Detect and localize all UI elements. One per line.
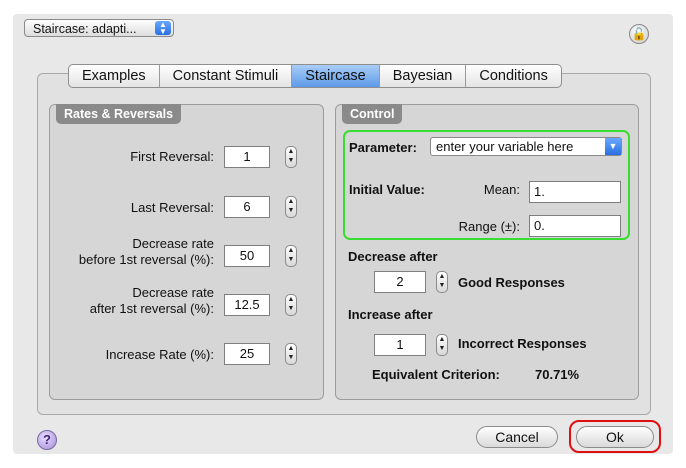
range-label: Range (±): — [458, 219, 520, 234]
range-field[interactable]: 0. — [529, 215, 621, 237]
initial-value-label: Initial Value: — [349, 182, 425, 197]
ok-button[interactable]: Ok — [576, 426, 654, 448]
lock-icon[interactable]: 🔓 — [629, 24, 649, 44]
last-reversal-label: Last Reversal: — [130, 200, 214, 215]
tab-staircase[interactable]: Staircase — [292, 65, 380, 87]
increase-rate-field[interactable]: 25 — [224, 343, 270, 365]
first-reversal-label: First Reversal: — [130, 149, 214, 164]
method-popup-label: Staircase: adapti... — [33, 22, 137, 36]
tab-bayesian[interactable]: Bayesian — [380, 65, 467, 87]
increase-after-count-field[interactable]: 1 — [374, 334, 426, 356]
last-reversal-stepper[interactable]: ▲ ▼ — [285, 196, 297, 218]
increase-rate-label: Increase Rate (%): — [105, 347, 214, 362]
decrease-after-label-line1: Decrease rate — [132, 285, 214, 300]
parameter-select-value: enter your variable here — [436, 139, 574, 154]
popup-arrows-icon: ▲ ▼ — [155, 21, 171, 36]
incorrect-responses-label: Incorrect Responses — [458, 336, 587, 351]
decrease-after-label-line2: after 1st reversal (%): — [89, 301, 214, 316]
increase-after-heading: Increase after — [348, 307, 433, 322]
first-reversal-field[interactable]: 1 — [224, 146, 270, 168]
cancel-button[interactable]: Cancel — [476, 426, 558, 448]
decrease-after-heading: Decrease after — [348, 249, 438, 264]
chevron-down-icon: ▼ — [605, 138, 621, 155]
first-reversal-stepper[interactable]: ▲ ▼ — [285, 146, 297, 168]
method-popup[interactable]: Staircase: adapti... ▲ ▼ — [24, 19, 174, 37]
equivalent-criterion-label: Equivalent Criterion: — [372, 367, 500, 382]
increase-after-count-stepper[interactable]: ▲ ▼ — [436, 334, 448, 356]
mean-field[interactable]: 1. — [529, 181, 621, 203]
decrease-before-stepper[interactable]: ▲ ▼ — [285, 245, 297, 267]
decrease-after-stepper[interactable]: ▲ ▼ — [285, 294, 297, 316]
equivalent-criterion-value: 70.71% — [535, 367, 580, 382]
decrease-before-label-line1: Decrease rate — [132, 236, 214, 251]
tab-conditions[interactable]: Conditions — [466, 65, 561, 87]
parameter-label: Parameter: — [349, 140, 417, 155]
decrease-after-count-field[interactable]: 2 — [374, 271, 426, 293]
increase-rate-stepper[interactable]: ▲ ▼ — [285, 343, 297, 365]
tab-constant-stimuli[interactable]: Constant Stimuli — [160, 65, 293, 87]
tab-examples[interactable]: Examples — [69, 65, 160, 87]
mean-label: Mean: — [483, 182, 520, 197]
last-reversal-field[interactable]: 6 — [224, 196, 270, 218]
tab-bar: Examples Constant Stimuli Staircase Baye… — [68, 64, 562, 88]
decrease-before-label-line2: before 1st reversal (%): — [78, 252, 214, 267]
help-icon[interactable]: ? — [37, 430, 57, 450]
control-panel-title: Control — [342, 104, 403, 124]
decrease-after-field[interactable]: 12.5 — [224, 294, 270, 316]
decrease-before-field[interactable]: 50 — [224, 245, 270, 267]
decrease-after-count-stepper[interactable]: ▲ ▼ — [436, 271, 448, 293]
parameter-select[interactable]: enter your variable here ▼ — [430, 137, 622, 156]
good-responses-label: Good Responses — [458, 275, 565, 290]
rates-panel-title: Rates & Reversals — [56, 104, 182, 124]
